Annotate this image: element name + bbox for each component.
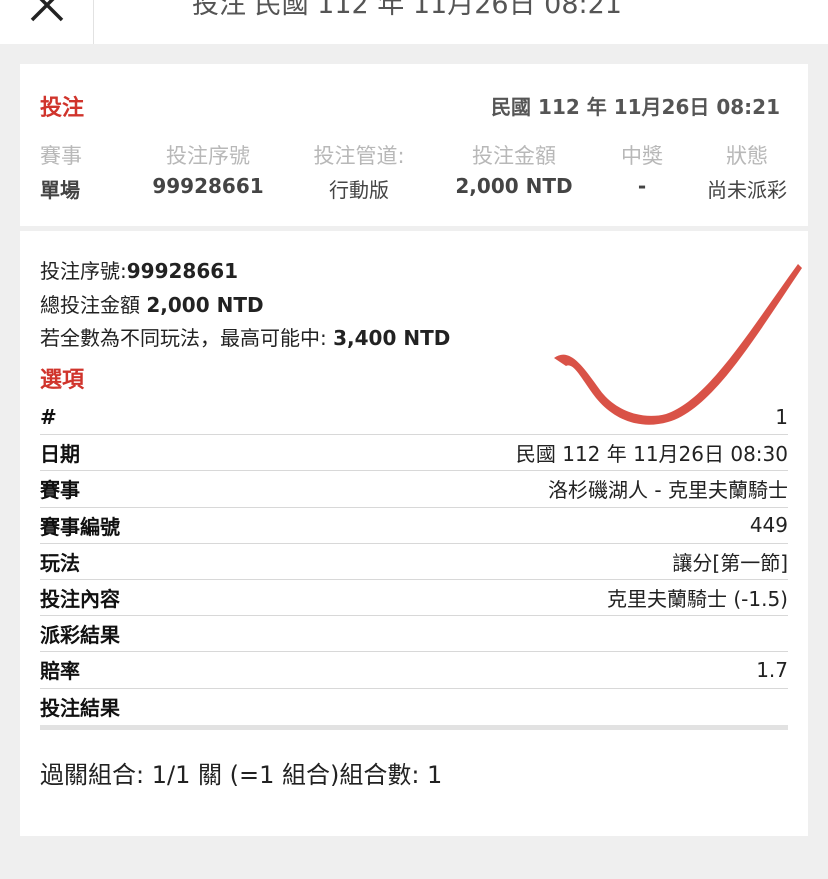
table-row: 派彩結果	[40, 616, 788, 653]
row-value: 449	[749, 513, 788, 538]
serial-value: 99928661	[126, 259, 239, 283]
row-key: 日期	[40, 442, 80, 467]
checkmark-icon	[554, 264, 802, 425]
top-bar: 投注 民國 112 年 11月26日 08:21	[0, 0, 828, 44]
bet-info: 投注序號:99928661 總投注金額 2,000 NTD 若全數為不同玩法，最…	[40, 255, 450, 356]
summary-header: 賽事	[40, 144, 82, 168]
row-value: 克里夫蘭騎士 (-1.5)	[607, 587, 788, 612]
table-row: 賽事編號 449	[40, 508, 788, 544]
summary-table: 賽事 單場 投注序號 99928661 投注管道: 行動版 投注金額 2,000…	[20, 140, 808, 210]
row-key: 投注結果	[40, 696, 120, 721]
combo-summary: 過關組合: 1/1 關 (=1 組合)組合數: 1	[40, 761, 443, 789]
max-win-label: 若全數為不同玩法，最高可能中:	[40, 326, 334, 350]
row-value: 讓分[第一節]	[672, 550, 788, 575]
table-row: 玩法 讓分[第一節]	[40, 544, 788, 580]
max-win-value: 3,400 NTD	[333, 326, 451, 350]
summary-col-event: 賽事 單場	[40, 140, 128, 210]
table-row: 投注內容 克里夫蘭騎士 (-1.5)	[40, 580, 788, 617]
row-key: 投注內容	[40, 587, 120, 612]
total-value: 2,000 NTD	[146, 292, 264, 317]
row-value: 民國 112 年 11月26日 08:30	[515, 442, 788, 467]
bet-summary-card: 投注 民國 112 年 11月26日 08:21 賽事 單場 投注序號 9992…	[20, 64, 808, 226]
summary-header: 投注管道:	[313, 144, 405, 168]
row-key: 賽事編號	[40, 514, 120, 539]
close-button[interactable]	[0, 0, 94, 44]
options-table: # 1 日期 民國 112 年 11月26日 08:30 賽事 洛杉磯湖人 - …	[40, 399, 788, 730]
summary-value: 99928661	[152, 174, 264, 198]
summary-value: 2,000 NTD	[455, 174, 573, 198]
table-row: 日期 民國 112 年 11月26日 08:30	[40, 435, 788, 472]
row-value: 1.7	[756, 657, 788, 682]
page-title: 投注 民國 112 年 11月26日 08:21	[192, 0, 622, 20]
bet-datetime: 民國 112 年 11月26日 08:21	[491, 95, 780, 119]
table-row: 賽事 洛杉磯湖人 - 克里夫蘭騎士	[40, 471, 788, 508]
table-row: 投注結果	[40, 689, 788, 725]
summary-value: 行動版	[329, 178, 389, 202]
table-row: 賠率 1.7	[40, 652, 788, 689]
summary-col-amount: 投注金額 2,000 NTD	[430, 140, 598, 210]
summary-value: 尚未派彩	[707, 178, 787, 202]
row-key: 賽事	[40, 478, 80, 503]
row-key: 賠率	[40, 659, 80, 684]
summary-col-channel: 投注管道: 行動版	[288, 140, 430, 210]
max-win-line: 若全數為不同玩法，最高可能中: 3,400 NTD	[40, 322, 450, 356]
summary-col-serial: 投注序號 99928661	[128, 140, 288, 210]
summary-header: 狀態	[726, 144, 768, 168]
table-divider	[40, 724, 788, 730]
summary-value: 單場	[40, 178, 80, 202]
summary-header: 投注序號	[166, 144, 250, 168]
row-key: 玩法	[40, 550, 80, 575]
summary-header: 中獎	[621, 144, 663, 168]
serial-line: 投注序號:99928661	[40, 255, 450, 289]
close-icon	[30, 0, 64, 22]
total-line: 總投注金額 2,000 NTD	[40, 289, 450, 323]
row-key: #	[40, 404, 57, 429]
summary-col-status: 狀態 尚未派彩	[686, 140, 808, 210]
summary-value: -	[637, 174, 647, 198]
bet-label: 投注	[40, 96, 85, 121]
serial-label: 投注序號:	[40, 259, 127, 283]
summary-header: 投注金額	[472, 144, 556, 168]
total-label: 總投注金額	[40, 292, 147, 317]
row-key: 派彩結果	[40, 623, 120, 648]
options-title: 選項	[40, 368, 85, 393]
row-value: 洛杉磯湖人 - 克里夫蘭騎士	[548, 478, 788, 503]
summary-col-winning: 中獎 -	[598, 140, 686, 210]
